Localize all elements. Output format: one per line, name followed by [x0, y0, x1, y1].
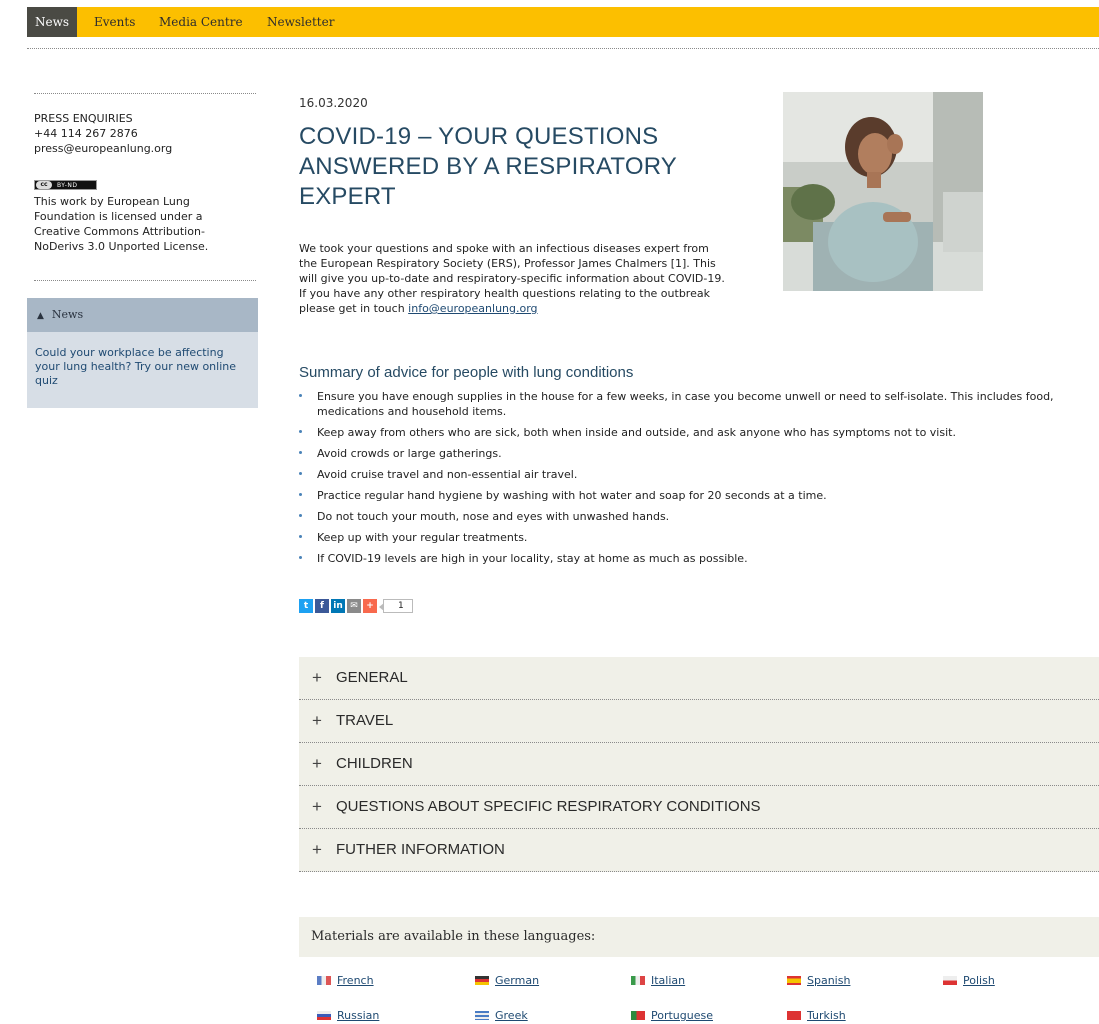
advice-item: Keep away from others who are sick, both…	[299, 425, 1094, 440]
advice-item: Avoid crowds or large gatherings.	[299, 446, 1094, 461]
intro-email-link[interactable]: info@europeanlung.org	[408, 302, 537, 315]
plus-icon: +	[312, 797, 322, 816]
language-link-spanish[interactable]: Spanish	[787, 974, 850, 987]
accordion-label: QUESTIONS ABOUT SPECIFIC RESPIRATORY CON…	[336, 798, 761, 815]
advice-item: Ensure you have enough supplies in the h…	[299, 389, 1094, 419]
language-label: Turkish	[807, 1009, 846, 1022]
advice-item: Practice regular hand hygiene by washing…	[299, 488, 1094, 503]
license-link-2[interactable]: NoDerivs 3.0 Unported License.	[34, 240, 208, 253]
linkedin-icon[interactable]: in	[331, 599, 345, 613]
cc-icon: cc	[36, 181, 52, 189]
language-link-turkish[interactable]: Turkish	[787, 1009, 846, 1022]
language-label: German	[495, 974, 540, 987]
nav-item-media-centre[interactable]: Media Centre	[159, 7, 243, 37]
russian-flag-icon	[317, 1011, 331, 1020]
twitter-icon[interactable]: t	[299, 599, 313, 613]
nav-divider	[27, 48, 1099, 49]
languages-heading: Materials are available in these languag…	[299, 917, 1099, 957]
italian-flag-icon	[631, 976, 645, 985]
accordion-item-travel[interactable]: + TRAVEL	[299, 700, 1099, 743]
language-label: Spanish	[807, 974, 851, 987]
language-link-portuguese[interactable]: Portuguese	[631, 1009, 713, 1022]
advice-item: Keep up with your regular treatments.	[299, 530, 1094, 545]
top-nav-bar: News Events Media Centre Newsletter	[27, 7, 1099, 37]
language-label: Portuguese	[651, 1009, 713, 1022]
accordion-label: CHILDREN	[336, 755, 413, 772]
greek-flag-icon	[475, 1011, 489, 1020]
plus-icon: +	[312, 754, 322, 773]
accordion-item-respiratory-conditions[interactable]: + QUESTIONS ABOUT SPECIFIC RESPIRATORY CO…	[299, 786, 1099, 829]
email-icon[interactable]: ✉	[347, 599, 361, 613]
press-enquiries-title: PRESS ENQUIRIES	[34, 112, 133, 125]
plus-icon: +	[312, 711, 322, 730]
news-box-link[interactable]: Could your workplace be affecting your l…	[35, 346, 236, 387]
press-email[interactable]: press@europeanlung.org	[34, 141, 172, 156]
plus-icon: +	[312, 840, 322, 859]
article-intro: We took your questions and spoke with an…	[299, 241, 727, 316]
language-label: Italian	[651, 974, 686, 987]
language-label: Greek	[495, 1009, 528, 1022]
triangle-up-icon: ▲	[37, 311, 44, 321]
nav-item-news[interactable]: News	[27, 7, 78, 37]
creative-commons-badge[interactable]: cc BY-ND	[34, 180, 97, 190]
accordion-item-general[interactable]: + GENERAL	[299, 657, 1099, 700]
accordion-item-children[interactable]: + CHILDREN	[299, 743, 1099, 786]
facebook-icon[interactable]: f	[315, 599, 329, 613]
language-link-russian[interactable]: Russian	[317, 1009, 379, 1022]
plus-icon: +	[312, 668, 322, 687]
press-phone: +44 114 267 2876	[34, 127, 138, 140]
language-link-french[interactable]: French	[317, 974, 374, 987]
license-text: This work by European Lung Foundation is…	[34, 194, 234, 254]
accordion-label: FUTHER INFORMATION	[336, 841, 505, 858]
language-link-italian[interactable]: Italian	[631, 974, 685, 987]
accordion-label: GENERAL	[336, 669, 408, 686]
article-hero-image	[783, 92, 983, 291]
accordion-item-further-information[interactable]: + FUTHER INFORMATION	[299, 829, 1099, 872]
summary-heading: Summary of advice for people with lung c…	[299, 364, 634, 381]
faq-accordion: + GENERAL + TRAVEL + CHILDREN + QUESTIONS AB…	[299, 657, 1099, 872]
accordion-label: TRAVEL	[336, 712, 394, 729]
sidebar-divider-bottom	[34, 280, 256, 281]
news-box-toggle[interactable]: ▲ News	[27, 298, 258, 332]
advice-list: Ensure you have enough supplies in the h…	[299, 389, 1094, 572]
license-line-2: Foundation is licensed under a	[34, 210, 203, 223]
language-label: Russian	[337, 1009, 380, 1022]
cc-badge-text: BY-ND	[57, 181, 78, 189]
license-link-1[interactable]: Creative Commons Attribution-	[34, 225, 205, 238]
share-bar: t f in ✉ + 1	[299, 599, 413, 613]
advice-item: Do not touch your mouth, nose and eyes w…	[299, 509, 1094, 524]
addthis-icon[interactable]: +	[363, 599, 377, 613]
nav-notch	[922, 0, 936, 7]
license-line-1: This work by European Lung	[34, 195, 190, 208]
spanish-flag-icon	[787, 976, 801, 985]
news-box-body: Could your workplace be affecting your l…	[27, 332, 258, 408]
language-link-greek[interactable]: Greek	[475, 1009, 528, 1022]
language-label: French	[337, 974, 374, 987]
portuguese-flag-icon	[631, 1011, 645, 1020]
french-flag-icon	[317, 976, 331, 985]
polish-flag-icon	[943, 976, 957, 985]
language-link-german[interactable]: German	[475, 974, 539, 987]
news-box-title: News	[51, 308, 84, 321]
nav-item-events[interactable]: Events	[94, 7, 135, 37]
language-link-polish[interactable]: Polish	[943, 974, 995, 987]
article-title: COVID-19 – YOUR QUESTIONS ANSWERED BY A …	[299, 123, 677, 210]
german-flag-icon	[475, 976, 489, 985]
nav-item-newsletter[interactable]: Newsletter	[267, 7, 334, 37]
language-label: Polish	[963, 974, 995, 987]
article-date: 16.03.2020	[299, 96, 368, 110]
turkish-flag-icon	[787, 1011, 801, 1020]
advice-item: Avoid cruise travel and non-essential ai…	[299, 467, 1094, 482]
advice-item: If COVID-19 levels are high in your loca…	[299, 551, 1094, 566]
share-count: 1	[379, 599, 413, 613]
sidebar-divider-top	[34, 93, 256, 94]
